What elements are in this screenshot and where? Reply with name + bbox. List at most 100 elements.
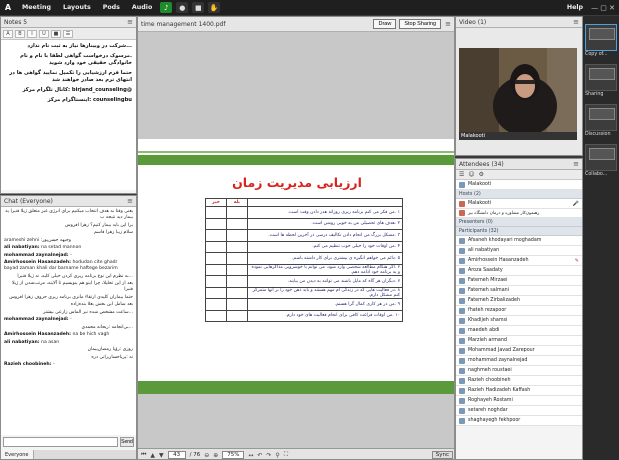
question-cell: ۹ .من در هر کاری کمال گرا هستم. (246, 298, 404, 311)
attendee-row[interactable]: shaghayegh fekhpoor (456, 416, 582, 426)
layouts-strip: Copy of... Sharing Discussion Collabo... (583, 16, 619, 460)
answer-yes-cell (225, 286, 248, 299)
table-row: ۱۰ .من اوقات فراغت کافی برای انجام فعالی… (205, 309, 404, 322)
list-icon[interactable]: ☰ (63, 29, 73, 38)
attendees-pod: Attendees (34) ≡ ☰ ☺ ⚙ Malakooti Hosts (… (455, 158, 583, 460)
attendee-row[interactable]: Fatemeh salmani (456, 286, 582, 296)
webcam-icon[interactable]: ■ (192, 2, 205, 13)
attendee-row[interactable]: Aroza Saadaty (456, 266, 582, 276)
zoom-select[interactable]: 75% (222, 451, 245, 459)
underline-icon[interactable]: U (39, 29, 49, 38)
slide-title: ارزیابی مدیریت زمان (232, 175, 362, 190)
participants-group[interactable]: Participants (32) (456, 227, 582, 236)
chat-text: ...بی‌انجامه :ریحانه محمدی (81, 324, 134, 330)
table-row: ۴ .من اوقات خود را خیلی خوب تنظیم می کنم… (205, 240, 404, 253)
presenters-group[interactable]: Presenters (0) (456, 218, 582, 227)
chat-tab-everyone[interactable]: Everyone (1, 450, 34, 459)
notes-line: counselingbu :اینستاگرام مرکز (47, 97, 132, 103)
attendee-row[interactable]: fhateh rezapoor (456, 306, 582, 316)
share-header: time management 1400.pdf Draw Stop Shari… (138, 17, 454, 32)
pod-menu-icon[interactable]: ≡ (445, 20, 451, 28)
attendee-row[interactable]: naghmeh roustaei (456, 366, 582, 376)
chat-input[interactable] (3, 437, 118, 447)
chat-text: - (68, 252, 72, 258)
pod-menu-icon[interactable]: ≡ (127, 197, 133, 205)
zoom-out-icon[interactable]: ⊖ (204, 452, 209, 459)
first-page-icon[interactable]: ⏮ (141, 451, 146, 459)
menu-pods[interactable]: Pods (103, 4, 120, 11)
layout-thumb-collaboration[interactable] (585, 144, 617, 171)
speaker-icon[interactable]: ♪ (160, 2, 173, 13)
fullscreen-icon[interactable]: ⛶ (284, 451, 288, 459)
attendee-row[interactable]: ali nabatiyan (456, 246, 582, 256)
menu-meeting[interactable]: Meeting (22, 4, 51, 11)
hosts-group[interactable]: Hosts (2) (456, 190, 582, 199)
attendee-row[interactable]: Afsaneh khodayari moghadam (456, 236, 582, 246)
sync-button[interactable]: Sync (431, 451, 453, 459)
layout-thumb-sharing[interactable] (585, 64, 617, 91)
next-page-icon[interactable]: ▼ (159, 452, 164, 459)
layout-thumb-discussion[interactable] (585, 104, 617, 131)
stop-sharing-button[interactable]: Stop Sharing (399, 19, 442, 29)
menu-help[interactable]: Help (567, 4, 583, 11)
attendee-row[interactable]: Fatemeh Mirzaei (456, 276, 582, 286)
status-icon[interactable]: ☺ (468, 171, 474, 178)
undo-icon[interactable]: ↶ (257, 452, 262, 459)
attendee-row[interactable]: Khadijeh shamsi (456, 316, 582, 326)
attendee-name: Razieh choobineh (468, 378, 511, 383)
video-feed[interactable] (459, 48, 577, 132)
attendee-row[interactable]: setareh noghdar (456, 406, 582, 416)
pod-menu-icon[interactable]: ≡ (127, 18, 133, 26)
chat-message: ali nabatiyan: na setad mannon (4, 245, 133, 251)
attendee-row[interactable]: رهنمون‌کار مشاوره و درمان دانشگاه بیر (456, 209, 582, 218)
attendee-row[interactable]: Amirhossein Hasanzadeh ✎ (456, 256, 582, 266)
attendee-row[interactable]: Fatemeh Zirbalizadeh (456, 296, 582, 306)
font-select-icon[interactable]: A (3, 29, 13, 38)
attendee-row[interactable]: maedeh abdi (456, 326, 582, 336)
chat-message: mohammad zaynalnejad: - (4, 253, 133, 259)
menu-audio[interactable]: Audio (132, 4, 152, 11)
attendee-name: Fatemeh salmani (468, 288, 510, 293)
layout-preview (589, 68, 615, 80)
notes-line: حتما فرم ارزشیابی را تکمیل نمایید گواهی … (9, 70, 132, 83)
italic-icon[interactable]: I (27, 29, 37, 38)
notes-body[interactable]: ...شرکت در وبینارها نیاز به ثبت نام ندار… (1, 40, 136, 190)
fit-width-icon[interactable]: ↔ (248, 452, 253, 459)
pod-menu-icon[interactable]: ≡ (573, 18, 579, 26)
microphone-icon[interactable]: ● (176, 2, 189, 13)
top-menu-bar: A Meeting Layouts Pods Audio ♪ ● ■ ✋ Hel… (0, 0, 619, 15)
search-icon[interactable]: ⚲ (275, 452, 279, 459)
attendee-row[interactable]: Malakooti 🎤 (456, 199, 582, 209)
page-number-input[interactable]: 43 (167, 451, 186, 459)
zoom-in-icon[interactable]: ⊕ (213, 452, 218, 459)
bold-icon[interactable]: B (15, 29, 25, 38)
chat-send-button[interactable]: Send (120, 437, 134, 447)
menu-layouts[interactable]: Layouts (63, 4, 91, 11)
layout-preview (589, 148, 615, 160)
my-attendee-row[interactable]: Malakooti (456, 180, 582, 190)
window-controls-icon[interactable]: — ▢ ✕ (591, 4, 615, 12)
settings-icon[interactable]: ⚙ (479, 171, 484, 178)
attendee-row[interactable]: Razieh choobineh (456, 376, 582, 386)
attendee-row[interactable]: Razieh Hadizadeh Kaffash (456, 386, 582, 396)
attendee-row[interactable]: Roghayeh Rostami (456, 396, 582, 406)
view-toggle-icon[interactable]: ☰ (459, 171, 464, 178)
chat-message: Amirhossein Hasanzadeh: na be hich vagh (4, 332, 133, 338)
pod-menu-icon[interactable]: ≡ (573, 160, 579, 168)
avatar (459, 397, 465, 404)
attendee-row[interactable]: Mohammad Javad Zarepour (456, 346, 582, 356)
attendee-row[interactable]: mohammad zaynalnejad (456, 356, 582, 366)
avatar (459, 417, 465, 424)
notes-title: Notes (4, 18, 22, 26)
draw-button[interactable]: Draw (373, 19, 397, 29)
attendee-row[interactable]: Marzieh armand (456, 336, 582, 346)
prev-page-icon[interactable]: ▲ (150, 452, 155, 459)
redo-icon[interactable]: ↷ (266, 452, 271, 459)
raise-hand-icon[interactable]: ✋ (208, 2, 221, 13)
chat-author: ali nabatiyan: (4, 339, 40, 345)
avatar (459, 267, 465, 274)
color-icon[interactable]: ■ (51, 29, 61, 38)
layout-thumb-copy[interactable] (585, 24, 617, 51)
answer-no-cell (205, 206, 227, 219)
attendee-name: setareh noghdar (468, 408, 508, 413)
